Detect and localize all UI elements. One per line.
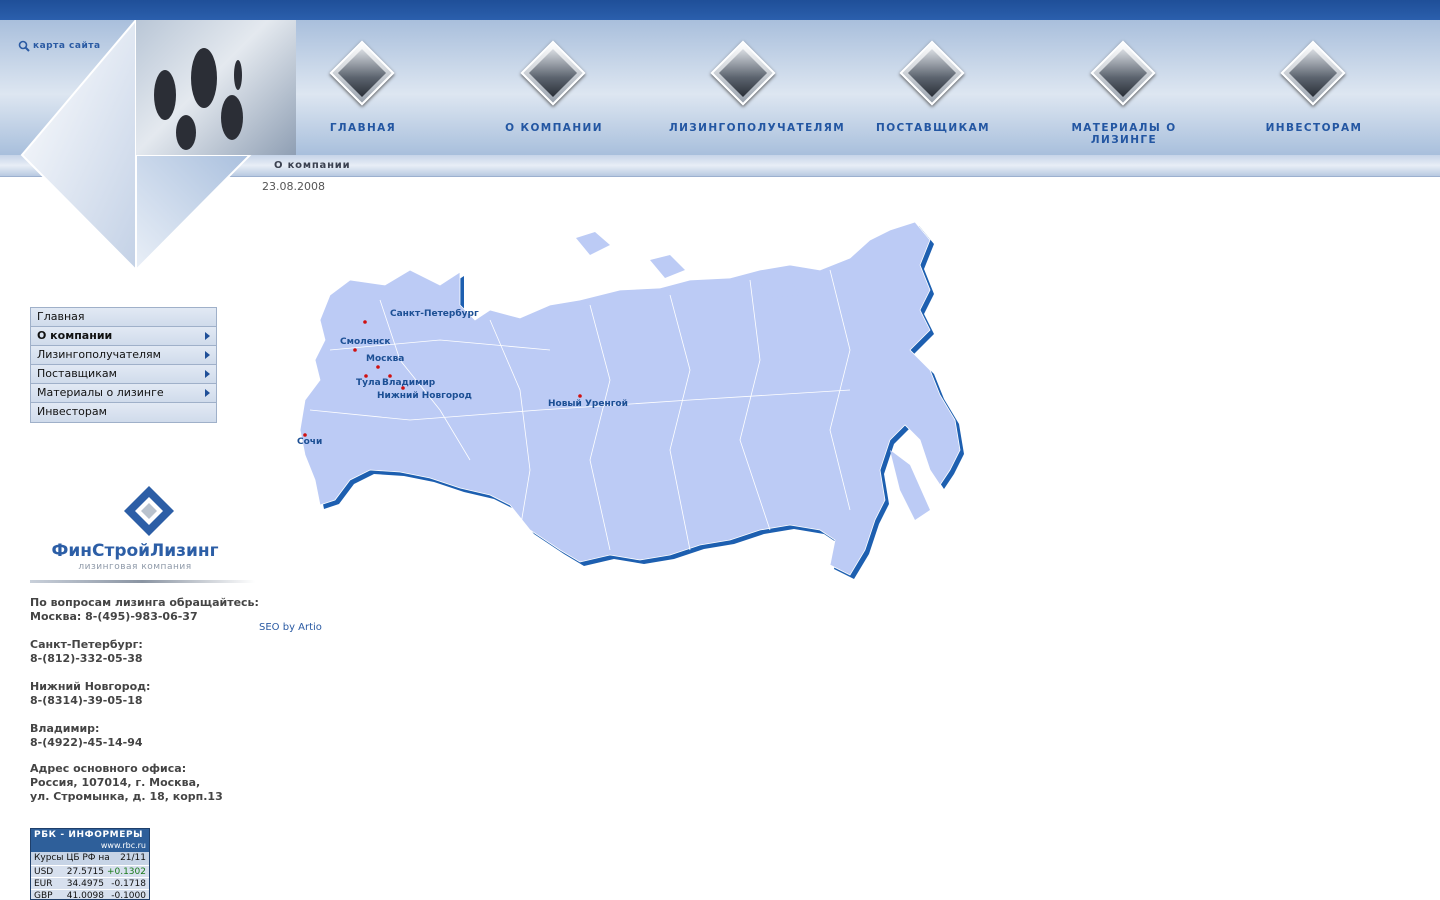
- informer-caption-row: Курсы ЦБ РФ на 21/11: [31, 852, 149, 865]
- logo-diamond-icon: [124, 486, 174, 536]
- rate-row: GBP 41.0098 -0.1000: [31, 889, 149, 900]
- informer-date: 21/11: [120, 853, 146, 863]
- sidebar-item-suppliers[interactable]: Поставщикам: [31, 365, 216, 384]
- rate-change: +0.1302: [106, 867, 146, 877]
- rate-value: 41.0098: [66, 891, 104, 900]
- city-dot: [363, 320, 367, 324]
- nav-materials[interactable]: МАТЕРИАЛЫ О ЛИЗИНГЕ: [1049, 40, 1199, 146]
- nav-lessees-icon: [710, 40, 776, 106]
- sitemap-label: карта сайта: [33, 41, 101, 51]
- rbc-informer[interactable]: РБК - ИНФОРМЕРЫ www.rbc.ru Курсы ЦБ РФ н…: [30, 828, 150, 900]
- company-logo: ФинСтройЛизинг лизинговая компания: [30, 485, 255, 585]
- arrow-right-icon: [205, 351, 210, 359]
- sidebar-item-label: Материалы о лизинге: [37, 386, 164, 399]
- informer-site: www.rbc.ru: [31, 841, 149, 852]
- sidebar-item-materials[interactable]: Материалы о лизинге: [31, 384, 216, 403]
- nav-suppliers-icon: [899, 40, 965, 106]
- contacts-vladimir-phone: 8-(4922)-45-14-94: [30, 736, 143, 749]
- rate-change: -0.1718: [111, 879, 146, 889]
- russia-map[interactable]: Санкт-Петербург Смоленск Москва Тула Владими…: [290, 210, 980, 595]
- city-label[interactable]: Нижний Новгород: [377, 391, 472, 401]
- page-date: 23.08.2008: [262, 180, 325, 193]
- sidebar-item-about[interactable]: О компании: [31, 327, 216, 346]
- contacts-office-label: Адрес основного офиса:: [30, 762, 187, 775]
- sidebar-item-label: Инвесторам: [37, 405, 107, 418]
- sidebar-menu: Главная О компании Лизингополучателям По…: [30, 307, 217, 423]
- top-bar: [0, 0, 1440, 20]
- rate-row: EUR 34.4975 -0.1718: [31, 877, 149, 889]
- contacts-office-line1: Россия, 107014, г. Москва,: [30, 776, 201, 789]
- city-label[interactable]: Тула: [356, 378, 381, 388]
- nav-about-icon: [520, 40, 586, 106]
- city-dot: [376, 365, 380, 369]
- sidebar-item-label: Поставщикам: [37, 367, 117, 380]
- rate-row: USD 27.5715 +0.1302: [31, 865, 149, 877]
- city-dot: [401, 386, 405, 390]
- contacts-vladimir-label: Владимир:: [30, 722, 100, 735]
- rate-code: GBP: [34, 891, 53, 900]
- rate-code: EUR: [34, 879, 53, 889]
- seo-link[interactable]: SEO by Artio: [259, 622, 322, 633]
- city-label[interactable]: Санкт-Петербург: [390, 308, 479, 319]
- sidebar-item-lessees[interactable]: Лизингополучателям: [31, 346, 216, 365]
- arrow-right-icon: [205, 332, 210, 340]
- logo-subtitle: лизинговая компания: [78, 562, 192, 572]
- contacts-nn-label: Нижний Новгород:: [30, 680, 151, 693]
- contacts-office-line2: ул. Стромынка, д. 18, корп.13: [30, 790, 223, 803]
- rate-code: USD: [34, 867, 54, 877]
- nav-label: О КОМПАНИИ: [505, 122, 603, 134]
- city-dot: [353, 348, 357, 352]
- nav-investors-icon: [1280, 40, 1346, 106]
- city-dot: [578, 394, 582, 398]
- magnifier-icon: [18, 40, 30, 52]
- logo-name: ФинСтройЛизинг: [51, 541, 219, 561]
- rate-change: -0.1000: [111, 891, 146, 900]
- contacts-spb-phone: 8-(812)-332-05-38: [30, 652, 143, 665]
- contacts-nn-phone: 8-(8314)-39-05-18: [30, 694, 143, 707]
- nav-main-icon: [329, 40, 395, 106]
- arrow-right-icon: [205, 370, 210, 378]
- nav-main[interactable]: ГЛАВНАЯ: [288, 40, 438, 134]
- contacts-moscow: Москва: 8-(495)-983-06-37: [30, 610, 198, 623]
- informer-caption: Курсы ЦБ РФ на: [34, 853, 110, 863]
- contacts-intro: По вопросам лизинга обращайтесь:: [30, 596, 259, 609]
- city-label[interactable]: Новый Уренгой: [548, 399, 628, 409]
- sidebar-item-main[interactable]: Главная: [31, 308, 216, 327]
- contacts-spb-label: Санкт-Петербург:: [30, 638, 143, 651]
- nav-suppliers[interactable]: ПОСТАВЩИКАМ: [858, 40, 1008, 134]
- rate-value: 34.4975: [66, 879, 104, 889]
- nav-materials-icon: [1090, 40, 1156, 106]
- city-label[interactable]: Москва: [366, 354, 404, 364]
- breadcrumb: О компании: [274, 160, 351, 171]
- city-label[interactable]: Смоленск: [340, 337, 391, 347]
- sidebar-item-label: О компании: [37, 329, 113, 342]
- nav-label: ГЛАВНАЯ: [329, 122, 397, 134]
- arrow-right-icon: [205, 389, 210, 397]
- sidebar-item-label: Главная: [37, 310, 85, 323]
- sitemap-link[interactable]: карта сайта: [18, 40, 101, 52]
- nav-label: ПОСТАВЩИКАМ: [876, 122, 990, 134]
- contacts-block: По вопросам лизинга обращайтесь: Москва:…: [30, 596, 260, 804]
- sidebar-item-label: Лизингополучателям: [37, 348, 161, 361]
- nav-about[interactable]: О КОМПАНИИ: [479, 40, 629, 134]
- nav-lessees[interactable]: ЛИЗИНГОПОЛУЧАТЕЛЯМ: [669, 40, 846, 134]
- city-label[interactable]: Сочи: [297, 437, 322, 447]
- nav-label: ЛИЗИНГОПОЛУЧАТЕЛЯМ: [669, 122, 846, 134]
- rate-value: 27.5715: [66, 867, 104, 877]
- nav-label: МАТЕРИАЛЫ О ЛИЗИНГЕ: [1071, 122, 1177, 146]
- nav-investors[interactable]: ИНВЕСТОРАМ: [1239, 40, 1389, 134]
- logo-underline: [30, 580, 255, 583]
- header-photo-businessmen: [136, 20, 296, 155]
- sidebar-item-investors[interactable]: Инвесторам: [31, 403, 216, 422]
- city-label[interactable]: Владимир: [382, 378, 436, 388]
- nav-label: ИНВЕСТОРАМ: [1265, 122, 1363, 134]
- informer-title: РБК - ИНФОРМЕРЫ: [31, 829, 149, 841]
